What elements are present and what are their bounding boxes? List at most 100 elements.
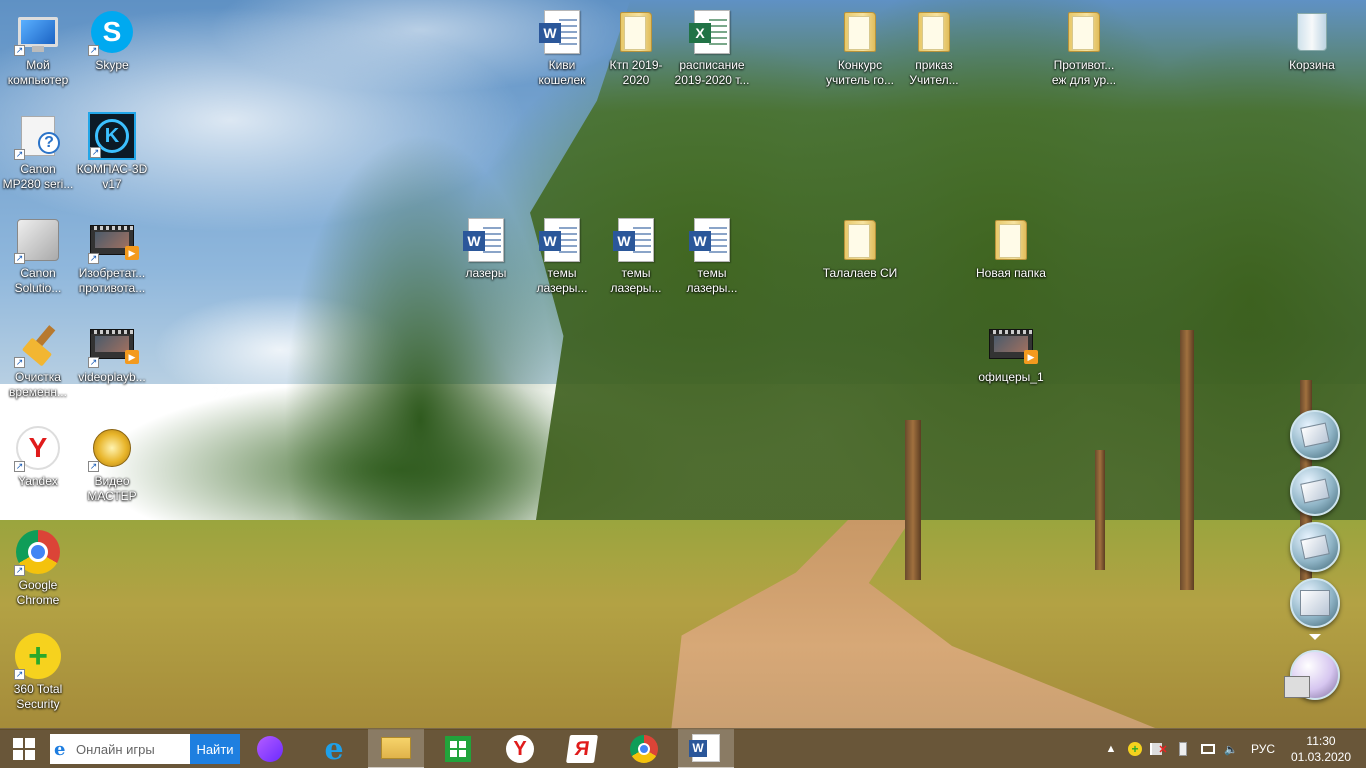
desktop-icon-prikaz[interactable]: приказ Учител... [896,8,972,88]
word-document-icon: W [688,216,736,264]
chrome-icon[interactable] [616,729,672,768]
wallpaper-tree-trunk [1180,330,1194,590]
clock[interactable]: 11:30 01.03.2020 [1288,733,1354,765]
desktop-icon-skype[interactable]: S ↗ Skype [74,8,150,73]
desktop-icon-label: Киви кошелек [538,58,586,87]
solution-menu-gadget-icon[interactable] [1284,650,1340,700]
yandex-browser-icon[interactable]: Y [492,729,548,768]
desktop-icon-label: КОМПАС-3D v17 [76,162,148,191]
folder-icon [836,216,884,264]
desktop-icon-label: videoplayb... [78,370,146,384]
desktop-icon-my-computer[interactable]: ↗ Мой компьютер [0,8,76,88]
desktop-icon-talalaev[interactable]: Талалаев СИ [822,216,898,281]
desktop-icon-label: Skype [95,58,129,72]
network-icon[interactable] [1198,729,1218,768]
shortcut-arrow-icon: ↗ [14,253,25,264]
canon-solution-icon: ↗ [14,216,62,264]
desktop-icon-label: Canon MP280 seri... [2,162,74,191]
desktop-icon-ktp[interactable]: Ктп 2019-2020 [598,8,674,88]
360-security-tray-icon[interactable]: + [1126,729,1144,768]
desktop-icon-recycle-bin[interactable]: Корзина [1274,8,1350,73]
kompas-icon: K ↗ [88,112,136,160]
shortcut-arrow-icon: ↗ [14,149,25,160]
alice-icon[interactable] [242,729,298,768]
shortcut-arrow-icon: ↗ [90,147,101,158]
desktop-icon-kompas[interactable]: K ↗ КОМПАС-3D v17 [74,112,150,192]
shortcut-arrow-icon: ↗ [88,45,99,56]
yandex-icon[interactable]: Я [554,729,610,768]
windows-logo-icon [13,738,35,760]
desktop-icon-label: Очистка временн... [9,370,67,399]
desktop-icon-label: Canon Solutio... [14,266,62,295]
folder-icon [1060,8,1108,56]
action-center-flag-icon[interactable]: ✕ [1150,729,1168,768]
clock-time: 11:30 [1306,734,1336,748]
volume-icon[interactable]: 🔈 [1222,729,1240,768]
folder-icon [987,216,1035,264]
desktop-icon-canon-solution[interactable]: ↗ Canon Solutio... [0,216,76,296]
photo-gadget-icon[interactable] [1290,522,1340,572]
language-indicator[interactable]: РУС [1246,729,1280,768]
video-file-icon: ▶ ↗ [88,320,139,368]
skype-icon: S ↗ [88,8,136,56]
desktop-icon-konkurs[interactable]: Конкурс учитель го... [822,8,898,88]
shortcut-arrow-icon: ↗ [14,461,25,472]
clock-date: 01.03.2020 [1290,750,1352,764]
desktop-icon-label: Противот... еж для ур... [1051,58,1117,87]
desktop-icon-label: Ктп 2019-2020 [609,58,663,87]
desktop-icon-ochistka[interactable]: ↗ Очистка временн... [0,320,76,400]
desktop-icon-protivot[interactable]: Противот... еж для ур... [1046,8,1122,88]
desktop-icon-label: Google Chrome [16,578,60,607]
desktop-icon-yandex[interactable]: Y ↗ Yandex [0,424,76,489]
desktop-icon-label: Мой компьютер [7,58,69,87]
photo-gadget-icon[interactable] [1290,410,1340,460]
desktop-icon-label: Корзина [1289,58,1335,72]
chrome-icon: ↗ [14,528,62,576]
play-icon: ▶ [125,246,139,260]
desktop-icon-izobretat[interactable]: ▶ ↗ Изобретат... противота... [74,216,150,296]
desktop-icon-video-master[interactable]: ↗ Видео МАСТЕР [74,424,150,504]
shortcut-arrow-icon: ↗ [88,357,99,368]
desktop-icon-chrome[interactable]: ↗ Google Chrome [0,528,76,608]
desktop-icon-temy-lazery-2[interactable]: W темы лазеры... [598,216,674,296]
word-icon[interactable]: W [678,729,734,768]
desktop-icon-canon-mp280[interactable]: ? ↗ Canon MP280 seri... [0,112,76,192]
folder-icon [910,8,958,56]
desktop-icon-label: Видео МАСТЕР [87,474,137,503]
desktop-icon-360-security[interactable]: + ↗ 360 Total Security [0,632,76,712]
360-security-icon: + ↗ [14,632,62,680]
desktop-icon-kivi[interactable]: W Киви кошелек [524,8,600,88]
shortcut-arrow-icon: ↗ [14,357,25,368]
chevron-down-icon[interactable] [1309,634,1321,640]
search-input[interactable]: e Онлайн игры [50,734,190,764]
video-master-icon: ↗ [88,424,136,472]
desktop-icon-oficery[interactable]: ▶ офицеры_1 [973,320,1049,385]
search-placeholder: Онлайн игры [76,741,155,757]
desktop-icon-label: Конкурс учитель го... [826,58,894,87]
desktop-icon-new-folder[interactable]: Новая папка [973,216,1049,281]
shortcut-arrow-icon: ↗ [14,669,25,680]
photo-gadget-icon[interactable] [1290,466,1340,516]
show-hidden-icons-chevron-icon[interactable]: ▲ [1104,729,1118,768]
desktop-icon-raspisanie[interactable]: X расписание 2019-2020 т... [674,8,750,88]
search-button[interactable]: Найти [190,734,240,764]
store-icon[interactable] [430,729,486,768]
video-file-icon: ▶ [987,320,1038,368]
solution-menu-gadget-icon[interactable] [1290,578,1340,628]
desktop-icon-label: темы лазеры... [536,266,588,295]
shortcut-arrow-icon: ↗ [88,253,99,264]
desktop-icon-videoplayb[interactable]: ▶ ↗ videoplayb... [74,320,150,385]
shortcut-arrow-icon: ↗ [14,45,25,56]
folder-icon [612,8,660,56]
play-icon: ▶ [1024,350,1038,364]
usb-device-icon[interactable] [1174,729,1192,768]
shortcut-arrow-icon: ↗ [14,565,25,576]
desktop-icon-lazery[interactable]: W лазеры [448,216,524,281]
internet-explorer-icon[interactable]: e [306,729,362,768]
file-explorer-icon[interactable] [368,729,424,768]
desktop-icon-temy-lazery-1[interactable]: W темы лазеры... [524,216,600,296]
start-button[interactable] [0,729,48,768]
wallpaper-tree-trunk [1095,450,1105,570]
word-document-icon: W [538,216,586,264]
desktop-icon-temy-lazery-3[interactable]: W темы лазеры... [674,216,750,296]
